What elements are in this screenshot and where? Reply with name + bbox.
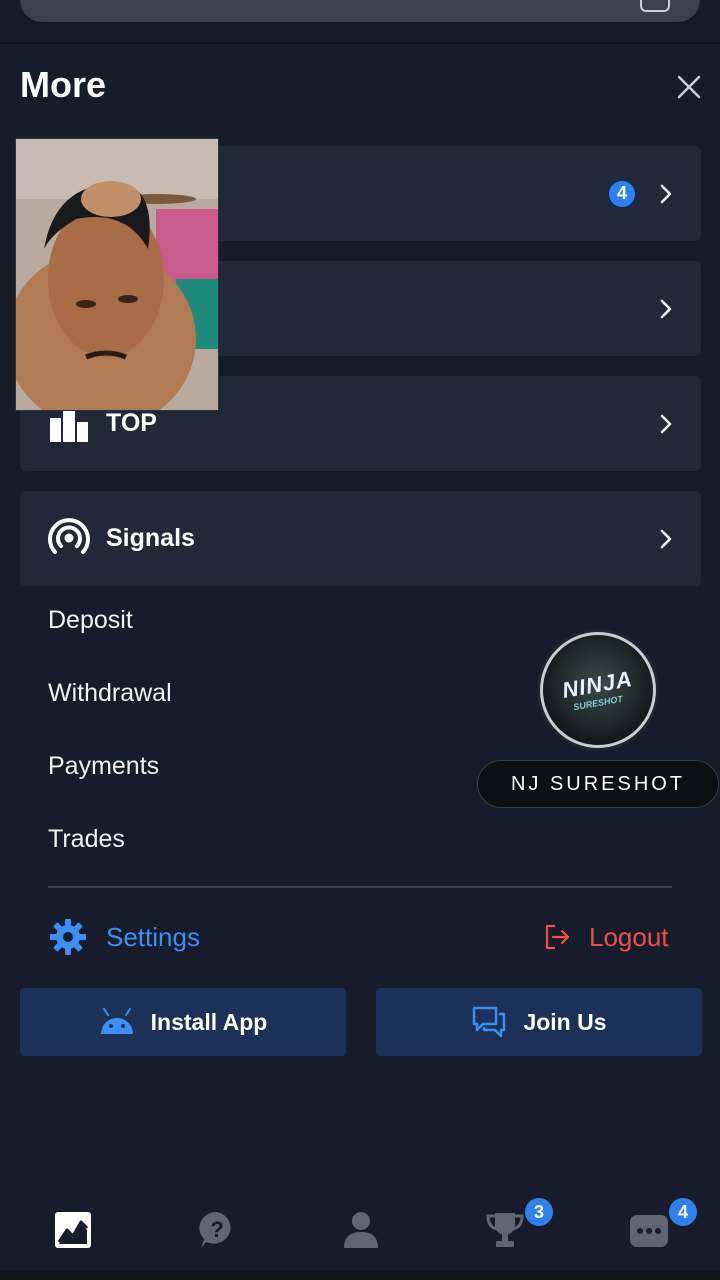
signal-icon [48,518,90,554]
join-us-label: Join Us [523,1008,607,1035]
chart-icon[interactable] [53,1210,93,1250]
deposit-link[interactable]: Deposit [48,606,133,635]
chevron-right-icon [660,184,672,203]
webcam-overlay [15,138,219,411]
more-badge: 4 [667,1196,699,1228]
withdrawal-link[interactable]: Withdrawal [48,679,172,708]
logout-label: Logout [589,921,669,952]
settings-label: Settings [106,921,200,952]
channel-logo: NINJA SURESHOT [540,632,656,748]
settings-button[interactable]: Settings [48,916,200,958]
user-icon[interactable] [341,1210,381,1250]
more-icon[interactable] [629,1210,669,1250]
payments-link[interactable]: Payments [48,752,159,781]
install-app-label: Install App [150,1008,268,1035]
bottom-navigation: ? 3 4 [0,1190,720,1270]
install-app-button[interactable]: Install App [20,988,346,1056]
logout-icon [545,924,570,950]
page-title: More [20,64,107,105]
logout-button[interactable]: Logout [543,916,669,958]
join-us-button[interactable]: Join Us [376,988,702,1056]
close-icon[interactable] [672,70,706,104]
chat-icon [473,1006,506,1038]
search-bar[interactable] [20,0,700,22]
gear-icon [50,919,86,955]
help-icon[interactable]: ? [197,1210,237,1250]
trophy-icon[interactable] [485,1210,525,1250]
channel-name: NJ SURESHOT [477,760,719,808]
menu-card-signals-label: Signals [106,524,195,552]
system-bar [0,1270,720,1280]
trophy-badge: 3 [523,1196,555,1228]
svg-text:?: ? [210,1217,223,1242]
top-search-strip [0,0,720,44]
divider [48,886,672,888]
menu-card-signals[interactable]: Signals [20,491,701,586]
chevron-right-icon [660,299,672,318]
menu-card-top-label: TOP [106,409,157,437]
trades-link[interactable]: Trades [48,825,125,854]
notification-badge: 4 [607,178,637,209]
chevron-right-icon [660,529,672,548]
android-icon [100,1008,133,1034]
chevron-right-icon [660,414,672,433]
screen-icon[interactable] [640,0,670,12]
